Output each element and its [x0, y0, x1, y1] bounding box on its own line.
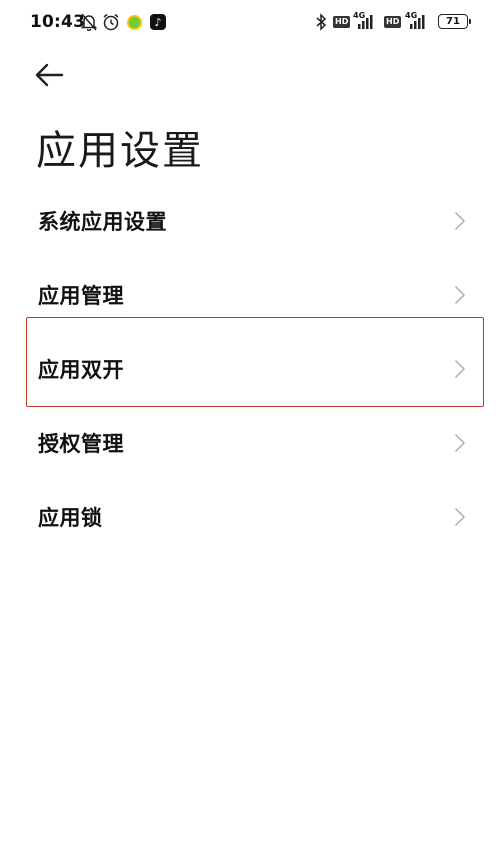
status-bar: 10:43 ♪ HD 4G HD 4G 71 — [0, 0, 500, 44]
signal-icon — [352, 12, 374, 32]
hd-badge: HD — [384, 16, 402, 28]
alarm-clock-icon — [101, 12, 121, 32]
bell-muted-icon — [80, 12, 98, 32]
chevron-right-icon — [455, 508, 465, 526]
list-item-label: 授权管理 — [38, 432, 124, 456]
back-arrow-icon — [35, 63, 64, 87]
green-app-icon — [126, 12, 143, 32]
chevron-right-icon — [455, 360, 465, 378]
list-item-system-app-settings[interactable]: 系统应用设置 — [0, 184, 500, 258]
battery-level: 71 — [446, 16, 460, 27]
battery-icon: 71 — [438, 14, 471, 29]
list-item-dual-apps[interactable]: 应用双开 — [0, 332, 500, 406]
chevron-right-icon — [455, 434, 465, 452]
page-title: 应用设置 — [36, 128, 204, 174]
status-time: 10:43 — [30, 12, 86, 32]
tiktok-icon: ♪ — [149, 12, 167, 32]
list-item-permission-management[interactable]: 授权管理 — [0, 406, 500, 480]
list-item-app-lock[interactable]: 应用锁 — [0, 480, 500, 554]
back-button[interactable] — [32, 58, 72, 92]
hd-badge: HD — [333, 16, 351, 28]
list-item-label: 系统应用设置 — [38, 210, 167, 234]
chevron-right-icon — [455, 212, 465, 230]
list-item-label: 应用锁 — [38, 506, 103, 530]
signal-icon — [404, 12, 426, 32]
bluetooth-icon — [314, 12, 328, 32]
list-item-app-management[interactable]: 应用管理 — [0, 258, 500, 332]
list-item-label: 应用双开 — [38, 358, 124, 382]
list-item-label: 应用管理 — [38, 284, 124, 308]
chevron-right-icon — [455, 286, 465, 304]
settings-list: 系统应用设置 应用管理 应用双开 授权管理 应用锁 — [0, 184, 500, 554]
